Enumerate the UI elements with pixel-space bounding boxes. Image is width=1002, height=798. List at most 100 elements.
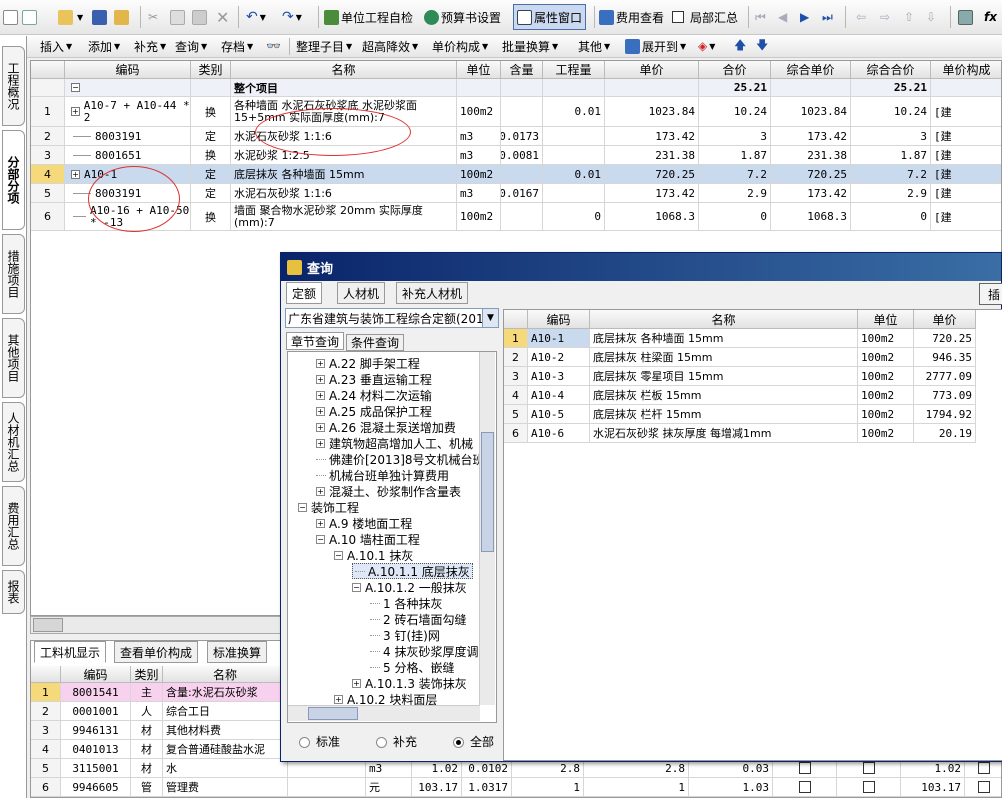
grid-cell-qty[interactable]: 0 bbox=[543, 203, 605, 231]
tab-fee-summary[interactable]: 费用汇总 bbox=[2, 486, 25, 566]
other-menu[interactable]: 其他 ▼ bbox=[578, 35, 610, 57]
grid-cell-code[interactable]: + A10-7 + A10-44 * 2 bbox=[65, 97, 191, 127]
collapse-toggle[interactable]: − bbox=[65, 79, 191, 97]
material-name[interactable]: 水 bbox=[163, 759, 288, 778]
tab-chapter-query[interactable]: 章节查询 bbox=[286, 332, 345, 350]
column-header[interactable]: 单价 bbox=[605, 61, 699, 79]
tab-labor-material-summary[interactable]: 人材机汇总 bbox=[2, 402, 25, 482]
tree-node[interactable]: + A.9 楼地面工程 bbox=[316, 515, 412, 531]
grid-cell-comp_total[interactable]: 10.24 bbox=[851, 97, 931, 127]
tab-other-items[interactable]: 其他项目 bbox=[2, 318, 25, 398]
grid-cell-comp_price[interactable]: 173.42 bbox=[771, 127, 851, 146]
radio-standard[interactable]: 标准 bbox=[299, 733, 340, 750]
grid-cell-comp_total[interactable]: 1.87 bbox=[851, 146, 931, 165]
tree-node[interactable]: + A.10.1.3 装饰抹灰 bbox=[352, 675, 467, 691]
last-page-icon[interactable]: ⏭ bbox=[822, 0, 833, 34]
result-name[interactable]: 底层抹灰 零星项目 15mm bbox=[590, 367, 858, 386]
material-type[interactable]: 材 bbox=[131, 759, 163, 778]
collapse-icon[interactable]: − bbox=[352, 582, 361, 592]
material-unit[interactable]: 元 bbox=[366, 778, 412, 797]
material-value[interactable]: 1 bbox=[584, 778, 689, 797]
result-price[interactable]: 2777.09 bbox=[914, 367, 976, 386]
row-number[interactable]: 5 bbox=[31, 759, 61, 778]
tree-node[interactable]: 1 各种抹灰 bbox=[370, 595, 442, 611]
redo-icon[interactable]: ↷ ▼ bbox=[282, 0, 302, 34]
row-number[interactable]: 6 bbox=[504, 424, 528, 443]
tree-node[interactable]: + A.23 垂直运输工程 bbox=[316, 371, 432, 387]
result-name[interactable]: 底层抹灰 栏杆 15mm bbox=[590, 405, 858, 424]
open-folder-icon[interactable]: ▼ bbox=[58, 0, 83, 34]
result-unit[interactable]: 100m2 bbox=[858, 386, 914, 405]
result-name[interactable]: 底层抹灰 栏板 15mm bbox=[590, 386, 858, 405]
grid-cell-qty[interactable] bbox=[543, 146, 605, 165]
result-price[interactable]: 946.35 bbox=[914, 348, 976, 367]
fee-view-button[interactable]: 费用查看 bbox=[599, 0, 664, 34]
grid-cell-comp_price[interactable]: 231.38 bbox=[771, 146, 851, 165]
tab-project-overview[interactable]: 工程概况 bbox=[2, 46, 25, 126]
material-value[interactable]: 1 bbox=[512, 778, 584, 797]
grid-cell-code[interactable]: 8003191 bbox=[65, 127, 191, 146]
unit-price-comp-menu[interactable]: 单价构成 ▼ bbox=[432, 35, 488, 57]
tree-node[interactable]: + A.22 脚手架工程 bbox=[316, 355, 420, 371]
tab-quota[interactable]: 定额 bbox=[286, 282, 323, 304]
expand-icon[interactable]: + bbox=[316, 422, 325, 432]
grid-cell-type[interactable]: 换 bbox=[191, 97, 231, 127]
result-name[interactable]: 水泥石灰砂浆 抹灰厚度 每增减1mm bbox=[590, 424, 858, 443]
tree-node[interactable]: − A.10 墙柱面工程 bbox=[316, 531, 420, 547]
row-number[interactable]: 4 bbox=[504, 386, 528, 405]
collapse-icon[interactable]: − bbox=[334, 550, 343, 560]
first-page-icon[interactable]: ⏮ bbox=[755, 0, 766, 34]
grid-cell-qty[interactable]: 0.01 bbox=[543, 97, 605, 127]
result-price[interactable]: 773.09 bbox=[914, 386, 976, 405]
quota-library-select[interactable]: 广东省建筑与装饰工程综合定额(201 ▼ bbox=[285, 308, 499, 328]
expand-icon[interactable]: + bbox=[316, 438, 325, 448]
column-header[interactable]: 类别 bbox=[131, 666, 163, 683]
grid-cell-comp[interactable]: [建 bbox=[931, 203, 1001, 231]
grid-cell-comp_total[interactable]: 3 bbox=[851, 127, 931, 146]
tree-node[interactable]: 3 钉(挂)网 bbox=[370, 627, 440, 643]
tab-labor-material-display[interactable]: 工料机显示 bbox=[34, 641, 107, 663]
grid-cell-unit[interactable]: m3 bbox=[457, 146, 501, 165]
grid-cell-total[interactable]: 2.9 bbox=[699, 184, 771, 203]
result-unit[interactable]: 100m2 bbox=[858, 329, 914, 348]
result-unit[interactable]: 100m2 bbox=[858, 367, 914, 386]
grid-cell-type[interactable]: 换 bbox=[191, 146, 231, 165]
grid-cell-total[interactable]: 1.87 bbox=[699, 146, 771, 165]
column-header[interactable]: 含量 bbox=[501, 61, 543, 79]
new-file-icon[interactable] bbox=[3, 0, 20, 34]
grid-cell-price[interactable]: 1068.3 bbox=[605, 203, 699, 231]
material-spec[interactable] bbox=[288, 778, 366, 797]
material-code[interactable]: 9946605 bbox=[61, 778, 131, 797]
fx-button[interactable]: fx bbox=[984, 0, 997, 34]
calculator-icon[interactable] bbox=[958, 0, 975, 34]
tree-node[interactable]: 机械台班单独计算费用 bbox=[316, 467, 449, 483]
column-header[interactable]: 单价构成 bbox=[931, 61, 1001, 79]
result-name[interactable]: 底层抹灰 各种墙面 15mm bbox=[590, 329, 858, 348]
grid-cell-comp[interactable]: [建 bbox=[931, 184, 1001, 203]
row-number[interactable]: 2 bbox=[504, 348, 528, 367]
material-code[interactable]: 0401013 bbox=[61, 740, 131, 759]
tab-sub-items[interactable]: 分部分项 bbox=[2, 130, 25, 230]
tab-view-unit-price[interactable]: 查看单价构成 bbox=[114, 641, 199, 663]
material-value[interactable]: 103.17 bbox=[901, 778, 965, 797]
checkbox[interactable] bbox=[977, 781, 990, 793]
grid-cell-name[interactable]: 水泥石灰砂浆 1:1:6 bbox=[231, 184, 457, 203]
grid-cell-type[interactable]: 定 bbox=[191, 184, 231, 203]
checkbox-cell[interactable] bbox=[773, 778, 837, 797]
new-doc-icon[interactable] bbox=[22, 0, 39, 34]
column-header[interactable]: 单位 bbox=[858, 310, 914, 329]
grid-cell-comp_price[interactable]: 1068.3 bbox=[771, 203, 851, 231]
expand-icon[interactable]: + bbox=[316, 518, 325, 528]
move-down-icon[interactable]: ⇩ bbox=[926, 0, 936, 34]
expand-to-menu[interactable]: 展开到 ▼ bbox=[625, 35, 686, 57]
row-number[interactable]: 2 bbox=[31, 127, 65, 146]
column-header[interactable]: 编码 bbox=[61, 666, 131, 683]
result-code[interactable]: A10-1 bbox=[528, 329, 590, 348]
tree-node[interactable]: 5 分格、嵌缝 bbox=[370, 659, 454, 675]
save-icon[interactable] bbox=[92, 0, 109, 34]
row-number[interactable]: 2 bbox=[31, 702, 61, 721]
grid-cell-unit[interactable]: 100m2 bbox=[457, 97, 501, 127]
tree-node[interactable]: − A.10.1 抹灰 bbox=[334, 547, 413, 563]
grid-cell-comp_price[interactable]: 173.42 bbox=[771, 184, 851, 203]
grid-cell-type[interactable]: 换 bbox=[191, 203, 231, 231]
